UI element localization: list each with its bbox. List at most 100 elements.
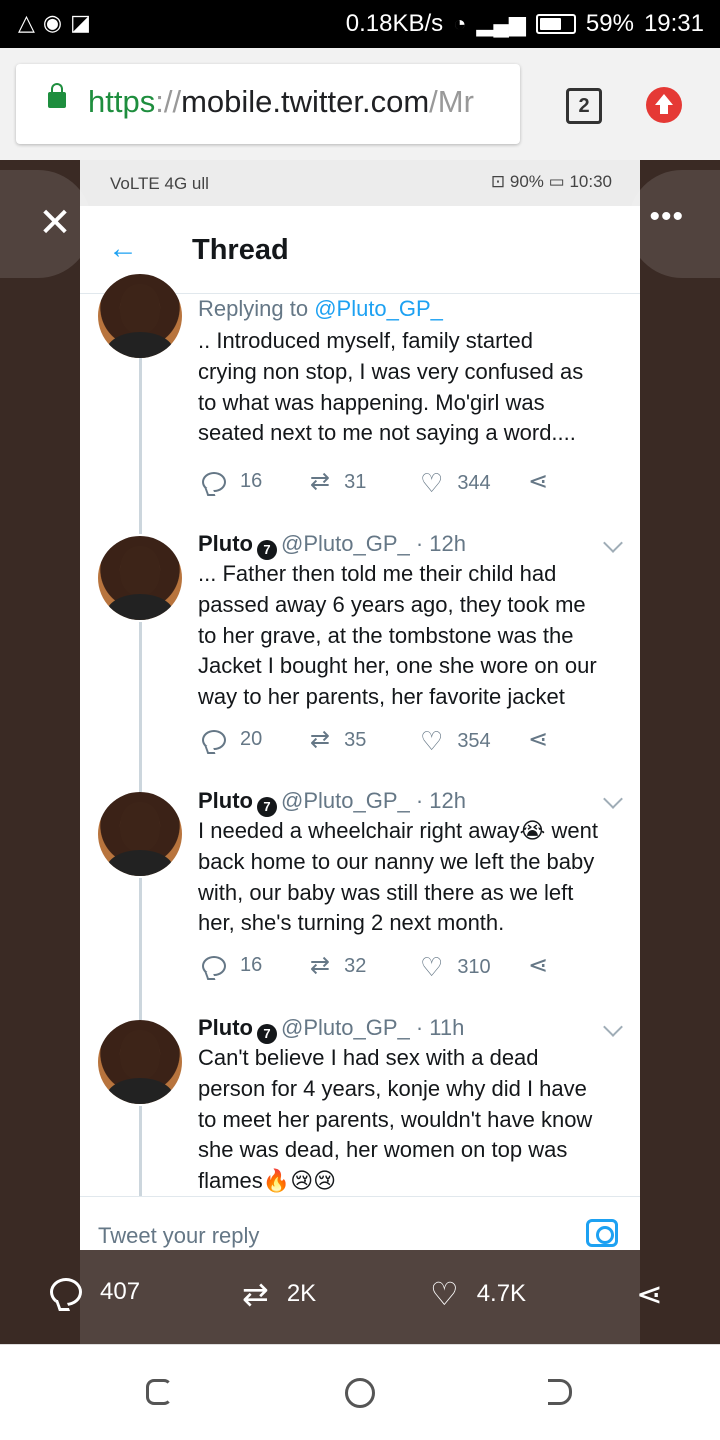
verified-icon: 7 bbox=[257, 540, 277, 560]
reply-icon bbox=[202, 471, 226, 492]
viewer-action-bar: 407 ⇄ 2K ♡ 4.7K ⋖ bbox=[0, 1250, 720, 1344]
reply-placeholder: Tweet your reply bbox=[98, 1223, 260, 1248]
share-icon: ⋖ bbox=[636, 1276, 663, 1312]
photo-viewer: VoLTE 4G ull ⊡ 90% ▭ 10:30 ← Thread Repl… bbox=[0, 160, 720, 1344]
reply-icon bbox=[202, 729, 226, 750]
author-name: Pluto bbox=[198, 531, 253, 556]
tweet: Replying to @Pluto_GP_ .. Introduced mys… bbox=[80, 274, 640, 520]
tweet-text: .. Introduced myself, family started cry… bbox=[198, 328, 584, 446]
share-button[interactable]: ⋖ bbox=[528, 728, 548, 752]
thread-line bbox=[139, 520, 142, 534]
tweet-meta: Pluto 7 @Pluto_GP_ · 11h bbox=[198, 1013, 630, 1044]
lock-icon bbox=[48, 83, 66, 108]
heart-icon: ♡ bbox=[420, 468, 444, 498]
viewer-reply-count: 407 bbox=[100, 1278, 141, 1305]
thread-title: Thread bbox=[192, 234, 289, 266]
reply-icon bbox=[202, 955, 226, 976]
retweet-icon: ⇄ bbox=[310, 952, 331, 979]
back-icon[interactable] bbox=[548, 1379, 572, 1405]
retweet-button[interactable]: ⇄ 32 bbox=[310, 954, 366, 978]
author-name: Pluto bbox=[198, 1015, 253, 1040]
tweet-meta: Pluto 7 @Pluto_GP_ · 12h bbox=[198, 529, 630, 560]
retweet-button[interactable]: ⇄ 31 bbox=[310, 470, 366, 494]
tweet-time: · 12h bbox=[415, 531, 467, 556]
share-icon: ⋖ bbox=[528, 726, 549, 753]
device-status-bar: △ ◉ ◪ 0.18KB/s ◔ ▂▄▆ 59% 19:31 bbox=[0, 0, 720, 48]
reply-button[interactable]: 16 bbox=[202, 954, 262, 977]
heart-icon: ♡ bbox=[420, 726, 444, 756]
address-bar[interactable]: https://mobile.twitter.com/Mr bbox=[16, 64, 520, 144]
camera-icon[interactable] bbox=[586, 1219, 618, 1247]
tweet: Pluto 7 @Pluto_GP_ · 12h I needed a wheelc… bbox=[80, 750, 640, 1020]
tweet-text: Can't believe I had sex with a dead pers… bbox=[198, 1045, 593, 1194]
thread-line bbox=[139, 622, 142, 750]
viewer-share-button[interactable]: ⋖ bbox=[636, 1278, 663, 1310]
network-speed: 0.18KB/s bbox=[345, 10, 444, 37]
tweet: Pluto 7 @Pluto_GP_ · 12h ... Father then t… bbox=[80, 520, 640, 754]
viewer-like-count: 4.7K bbox=[476, 1280, 527, 1307]
clock: 19:31 bbox=[643, 10, 704, 37]
data-saver-icon: ◔ bbox=[453, 11, 467, 36]
location-icon: ◉ bbox=[42, 10, 63, 35]
tweet-text: I needed a wheelchair right away😭 went b… bbox=[198, 818, 598, 936]
reply-button[interactable]: 20 bbox=[202, 728, 262, 751]
back-arrow-icon: ← bbox=[108, 232, 138, 265]
share-icon: ⋖ bbox=[528, 952, 549, 979]
heart-icon: ♡ bbox=[430, 1276, 459, 1312]
recent-apps-icon[interactable] bbox=[146, 1379, 172, 1405]
retweet-icon: ⇄ bbox=[310, 468, 331, 495]
share-button[interactable]: ⋖ bbox=[528, 470, 548, 494]
inner-status-bar: VoLTE 4G ull ⊡ 90% ▭ 10:30 bbox=[80, 160, 640, 206]
verified-icon: 7 bbox=[257, 797, 277, 817]
more-options-icon[interactable]: ••• bbox=[649, 200, 684, 234]
screenshot-icon: ◪ bbox=[70, 10, 91, 35]
upload-icon[interactable] bbox=[646, 87, 682, 123]
warning-icon: △ bbox=[18, 10, 35, 35]
avatar bbox=[98, 536, 182, 620]
tweet-time: · 11h bbox=[415, 1015, 465, 1040]
retweet-icon: ⇄ bbox=[310, 726, 331, 753]
thread-line bbox=[139, 358, 142, 520]
home-icon[interactable] bbox=[345, 1378, 375, 1408]
retweet-button[interactable]: ⇄ 35 bbox=[310, 728, 366, 752]
url-text[interactable]: https://mobile.twitter.com/Mr bbox=[88, 84, 474, 120]
tweet-actions: 16 ⇄ 32 ♡ 310 ⋖ bbox=[198, 954, 628, 984]
replying-to: Replying to @Pluto_GP_ bbox=[198, 296, 443, 321]
inner-clock: 10:30 bbox=[569, 172, 612, 191]
reply-button[interactable]: 16 bbox=[202, 470, 262, 493]
thread-line bbox=[139, 750, 142, 792]
viewer-like-button[interactable]: ♡ 4.7K bbox=[430, 1278, 526, 1310]
like-button[interactable]: ♡ 344 bbox=[420, 470, 491, 496]
author-name: Pluto bbox=[198, 788, 253, 813]
retweet-icon: ⇄ bbox=[242, 1276, 269, 1312]
viewer-reply-button[interactable]: 407 bbox=[50, 1278, 140, 1306]
system-nav-bar bbox=[0, 1344, 720, 1440]
inner-battery-level: 90% bbox=[509, 172, 544, 191]
author-handle: @Pluto_GP_ bbox=[281, 788, 410, 813]
viewer-retweet-button[interactable]: ⇄ 2K bbox=[242, 1278, 316, 1310]
tweet-time: · 12h bbox=[415, 788, 467, 813]
like-button[interactable]: ♡ 310 bbox=[420, 954, 491, 980]
tweet-actions: 16 ⇄ 31 ♡ 344 ⋖ bbox=[198, 470, 628, 500]
screenshot-image: VoLTE 4G ull ⊡ 90% ▭ 10:30 ← Thread Repl… bbox=[80, 160, 640, 1344]
battery-icon bbox=[535, 14, 576, 34]
tweet: Pluto 7 @Pluto_GP_ · 11h Can't believe I h… bbox=[80, 976, 640, 1196]
inner-vibrate-icon: ⊡ bbox=[490, 172, 510, 191]
avatar bbox=[98, 274, 182, 358]
share-button[interactable]: ⋖ bbox=[528, 954, 548, 978]
signal-icon: ▂▄▆ bbox=[476, 11, 526, 36]
close-icon[interactable]: ✕ bbox=[30, 198, 80, 248]
like-button[interactable]: ♡ 354 bbox=[420, 728, 491, 754]
browser-toolbar: https://mobile.twitter.com/Mr 2 bbox=[0, 48, 720, 160]
author-handle: @Pluto_GP_ bbox=[281, 531, 410, 556]
heart-icon: ♡ bbox=[420, 952, 444, 982]
tweet-text: ... Father then told me their child had … bbox=[198, 561, 597, 710]
battery-level: 59% bbox=[585, 10, 634, 37]
thread-line bbox=[139, 976, 142, 1020]
tweet-actions: 20 ⇄ 35 ♡ 354 ⋖ bbox=[198, 728, 628, 758]
tweet-meta: Pluto 7 @Pluto_GP_ · 12h bbox=[198, 786, 630, 817]
tab-switcher-button[interactable]: 2 bbox=[566, 88, 602, 124]
thread-line bbox=[139, 1106, 142, 1196]
share-icon: ⋖ bbox=[528, 468, 549, 495]
reply-icon bbox=[50, 1278, 82, 1306]
